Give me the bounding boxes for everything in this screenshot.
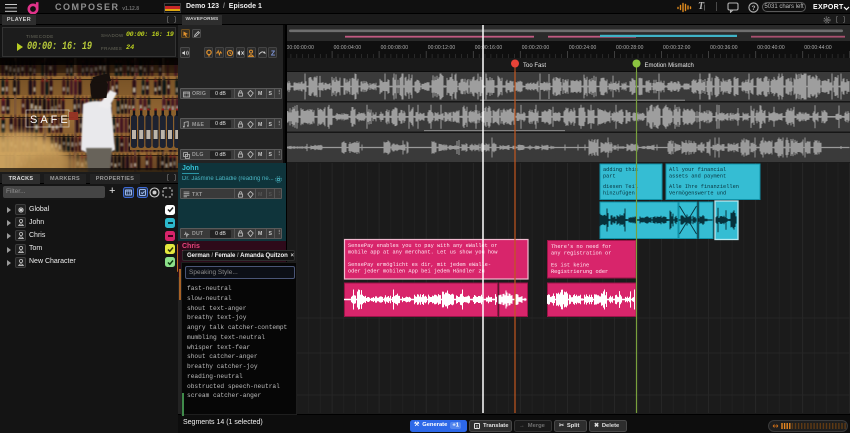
svg-text:00:00:36:00: 00:00:36:00	[710, 45, 738, 51]
svg-text:Alle Ihre finanziellen: Alle Ihre finanziellen	[669, 184, 739, 190]
svg-text:Too Fast: Too Fast	[523, 63, 546, 69]
svg-text:00:00:08:00: 00:00:08:00	[381, 45, 409, 51]
svg-text:00:00:40:00: 00:00:40:00	[757, 45, 785, 51]
svg-text:SensePay enables you to pay wi: SensePay enables you to pay with any eWa…	[348, 243, 497, 249]
svg-text:00:00:12:00: 00:00:12:00	[428, 45, 456, 51]
svg-text:Emotion Mismatch: Emotion Mismatch	[645, 63, 694, 69]
svg-text:Z: Z	[271, 50, 276, 57]
svg-text:hinzufügen: hinzufügen	[603, 191, 635, 197]
svg-text:Vermögenswerte und: Vermögenswerte und	[669, 191, 726, 197]
svg-text:00:00:44:00: 00:00:44:00	[804, 45, 832, 51]
svg-text:00:00:32:00: 00:00:32:00	[663, 45, 691, 51]
svg-text:00:00:20:00: 00:00:20:00	[522, 45, 550, 51]
svg-text:00:00:24:00: 00:00:24:00	[569, 45, 597, 51]
svg-text:diesen Teil: diesen Teil	[603, 184, 638, 190]
svg-text:part: part	[603, 174, 616, 180]
svg-text:SAFE: SAFE	[30, 114, 71, 126]
svg-text:00:00:04:00: 00:00:04:00	[334, 45, 362, 51]
svg-text:mobile app at any merchant. Le: mobile app at any merchant. Let us show …	[348, 250, 498, 256]
svg-text:adding this: adding this	[603, 167, 638, 173]
svg-text:oder jeder mobilen App bei jed: oder jeder mobilen App bei jedem Händler…	[348, 269, 485, 275]
svg-text:assets and payment: assets and payment	[669, 174, 726, 180]
svg-text:All your financial: All your financial	[669, 167, 726, 173]
svg-text:There's no need for: There's no need for	[551, 244, 611, 250]
svg-text:00:00:28:00: 00:00:28:00	[616, 45, 644, 51]
svg-text:SensePay ermöglicht es dir, mi: SensePay ermöglicht es dir, mit jedem eW…	[348, 262, 491, 268]
svg-text:00:00:16:00: 00:00:16:00	[475, 45, 503, 51]
svg-text:Registrierung oder: Registrierung oder	[551, 269, 608, 275]
svg-text:Es ist keine: Es ist keine	[551, 263, 589, 269]
svg-text:00:00:00:00: 00:00:00:00	[287, 45, 314, 51]
svg-text:any registration or: any registration or	[551, 251, 611, 257]
svg-text:?: ?	[752, 5, 756, 12]
